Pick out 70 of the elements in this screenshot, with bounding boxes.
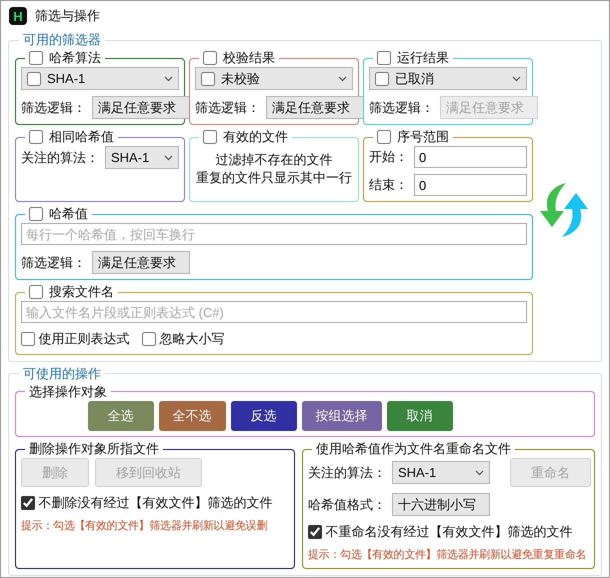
app-logo-icon: H xyxy=(9,7,27,25)
checkbox[interactable] xyxy=(142,332,156,346)
group-title: 删除操作对象所指文件 xyxy=(29,440,159,458)
group-title: 运行结果 xyxy=(397,49,449,67)
field-label: 筛选逻辑： xyxy=(195,98,260,117)
checkbox[interactable] xyxy=(29,285,43,299)
text-field[interactable]: 输入文件名片段或正则表达式 (C#) xyxy=(21,301,527,323)
checkbox[interactable] xyxy=(375,72,389,86)
number-field[interactable]: 0 xyxy=(414,146,527,168)
checkbox[interactable] xyxy=(201,72,215,86)
dropdown[interactable]: 满足任意要求 xyxy=(92,251,190,274)
note-text: 重复的文件只显示其中一行 xyxy=(195,169,353,187)
field-label: 筛选逻辑： xyxy=(21,254,86,272)
dropdown[interactable]: SHA-1 xyxy=(21,67,179,90)
caret-icon xyxy=(338,76,347,82)
dropdown[interactable]: 满足任意要求 xyxy=(92,96,190,119)
caret-icon xyxy=(164,154,173,160)
text-field[interactable]: 每行一个哈希值，按回车换行 xyxy=(21,223,527,245)
checkbox-label: 忽略大小写 xyxy=(160,330,224,348)
checkbox[interactable] xyxy=(308,524,322,539)
group-title: 相同哈希值 xyxy=(49,128,114,146)
select-button[interactable]: 全选 xyxy=(88,400,154,431)
group-title: 搜索文件名 xyxy=(49,283,114,301)
checkbox-label: 不重命名没有经过【有效文件】筛选的文件 xyxy=(325,523,572,541)
field-label: 哈希值格式： xyxy=(308,496,386,514)
select-button[interactable]: 取消 xyxy=(386,400,452,431)
group-title: 哈希值 xyxy=(49,205,88,223)
hint-text: 提示：勾选【有效的文件】筛选器并刷新以避免重复重命名 xyxy=(308,548,588,562)
dropdown[interactable]: SHA-1 xyxy=(392,461,490,484)
checkbox[interactable] xyxy=(377,130,391,144)
dropdown[interactable]: SHA-1 xyxy=(105,146,179,169)
group-title: 选择操作对象 xyxy=(29,382,107,401)
select-button[interactable]: 按组选择 xyxy=(302,400,382,431)
checkbox[interactable] xyxy=(377,51,391,65)
field-label: 关注的算法： xyxy=(21,148,99,167)
checkbox[interactable] xyxy=(21,332,35,346)
caret-icon xyxy=(475,470,484,476)
checkbox[interactable] xyxy=(21,496,35,510)
select-button[interactable]: 全不选 xyxy=(158,400,226,431)
checkbox-label: 不删除没有经过【有效文件】筛选的文件 xyxy=(38,494,272,512)
dropdown[interactable]: 已取消 xyxy=(369,67,527,90)
section-title: 可用的筛选器 xyxy=(23,31,101,49)
group-title: 有效的文件 xyxy=(223,128,288,146)
dropdown[interactable]: 满足任意要求 xyxy=(266,96,364,119)
field-label: 筛选逻辑： xyxy=(369,98,434,117)
field-label: 筛选逻辑： xyxy=(21,98,86,117)
group-title: 使用哈希值作为文件名重命名文件 xyxy=(316,440,511,458)
group-title: 校验结果 xyxy=(223,49,275,67)
checkbox-label: 使用正则表达式 xyxy=(38,330,130,348)
dropdown[interactable]: 十六进制小写 xyxy=(392,493,490,516)
checkbox[interactable] xyxy=(29,207,43,221)
field-label: 关注的算法： xyxy=(308,464,386,482)
number-field[interactable]: 0 xyxy=(414,174,527,196)
group-title: 序号范围 xyxy=(397,128,449,146)
checkbox[interactable] xyxy=(29,51,43,65)
group-title: 哈希算法 xyxy=(49,49,101,67)
field-label: 结束： xyxy=(369,176,408,194)
section-title: 可使用的操作 xyxy=(23,364,101,383)
checkbox[interactable] xyxy=(203,51,217,65)
window-title: 筛选与操作 xyxy=(35,7,100,26)
checkbox[interactable] xyxy=(27,72,41,86)
select-button[interactable]: 反选 xyxy=(230,400,296,431)
caret-icon xyxy=(512,76,521,82)
checkbox[interactable] xyxy=(203,130,217,144)
caret-icon xyxy=(164,76,173,82)
hint-text: 提示：勾选【有效的文件】筛选器并刷新以避免误删 xyxy=(21,518,268,534)
dropdown[interactable]: 未校验 xyxy=(195,67,353,90)
note-text: 过滤掉不存在的文件 xyxy=(214,151,334,169)
checkbox[interactable] xyxy=(29,130,43,144)
field-label: 开始： xyxy=(369,148,408,166)
